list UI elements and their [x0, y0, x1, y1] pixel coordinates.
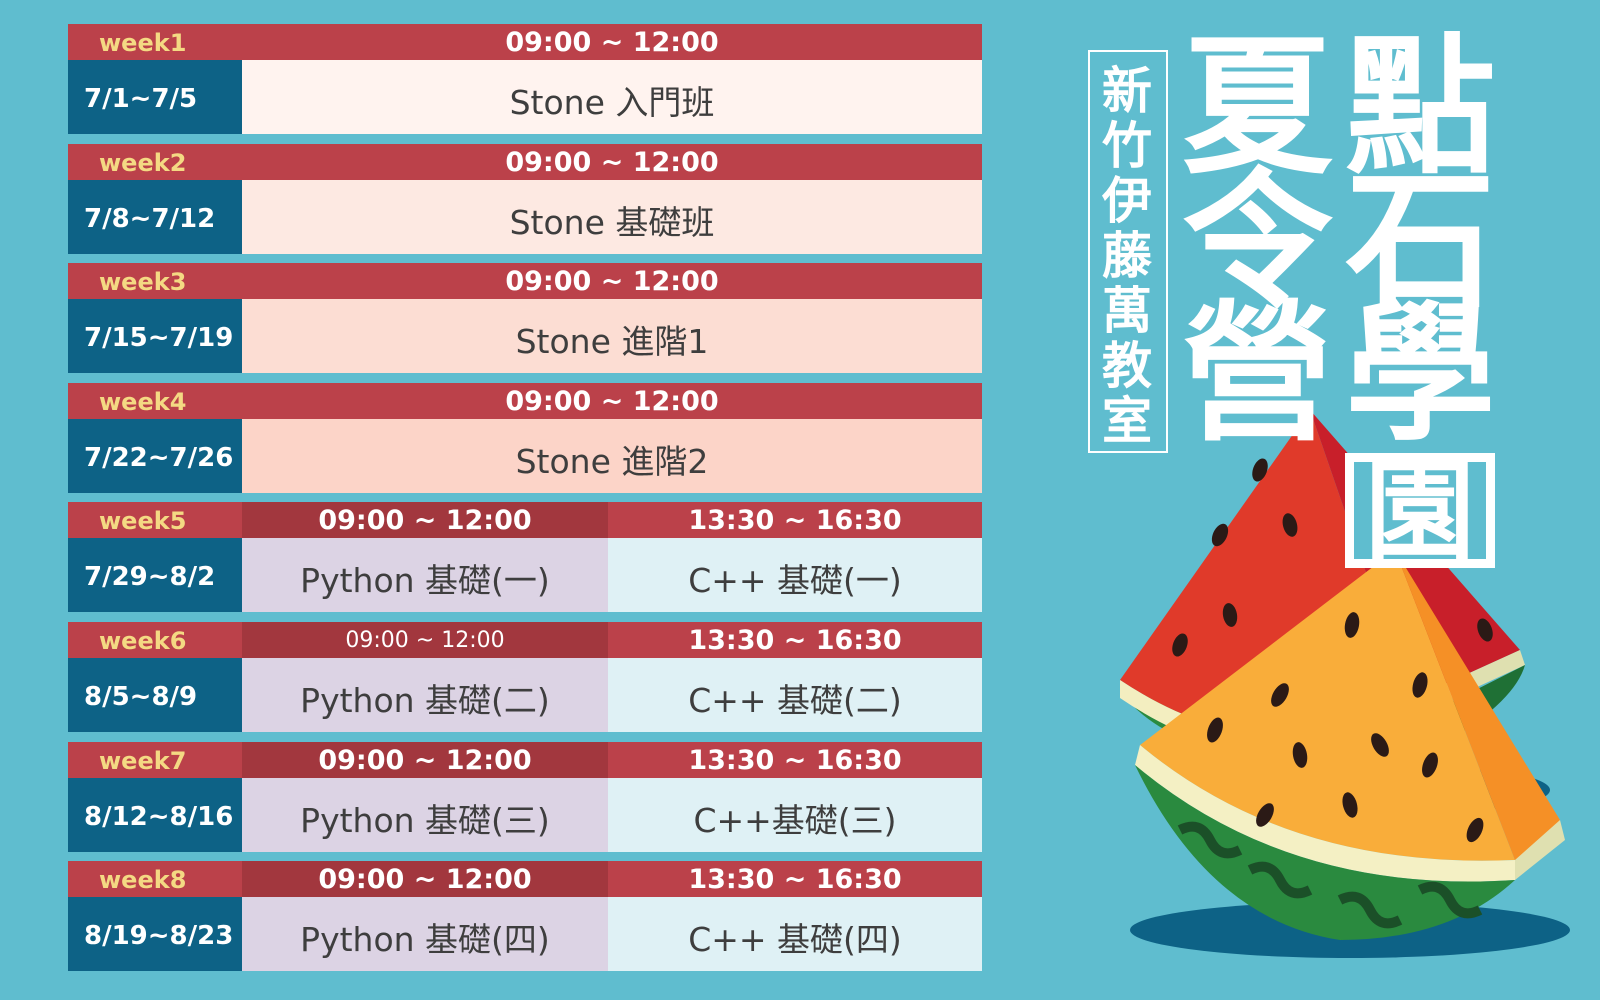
date-range: 8/12~8/16	[68, 777, 242, 852]
course-name: Stone 入門班	[242, 60, 982, 134]
time-slot-am: 09:00 ~ 12:00	[242, 741, 608, 778]
week-row: week4 09:00 ~ 12:00 7/22~7/26 Stone 進階2	[68, 382, 982, 493]
week-row: week6 09:00 ~ 12:00 13:30 ~ 16:30 8/5~8/…	[68, 621, 982, 732]
week-row: week3 09:00 ~ 12:00 7/15~7/19 Stone 進階1	[68, 263, 982, 374]
course-pm: C++ 基礎(二)	[608, 657, 982, 732]
time-slot: 09:00 ~ 12:00	[505, 27, 719, 58]
course-am: Python 基礎(三)	[242, 777, 608, 852]
course-name: Stone 進階1	[242, 299, 982, 374]
week-label: week7	[99, 746, 187, 775]
time-slot-am: 09:00 ~ 12:00	[242, 502, 608, 539]
date-range: 7/29~8/2	[68, 538, 242, 613]
course-name: Stone 基礎班	[242, 179, 982, 254]
course-pm: C++ 基礎(一)	[608, 538, 982, 613]
week-label: week6	[99, 626, 187, 655]
date-range: 8/5~8/9	[68, 657, 242, 732]
week-body: 7/15~7/19 Stone 進階1	[68, 299, 982, 374]
week-body: 8/5~8/9 Python 基礎(二) C++ 基礎(二)	[68, 657, 982, 732]
week-label: week8	[99, 866, 187, 895]
week-row: week8 09:00 ~ 12:00 13:30 ~ 16:30 8/19~8…	[68, 861, 982, 972]
week-label: week3	[99, 268, 187, 297]
week-row: week7 09:00 ~ 12:00 13:30 ~ 16:30 8/12~8…	[68, 741, 982, 852]
time-slot: 09:00 ~ 12:00	[505, 385, 719, 417]
time-slot-pm: 13:30 ~ 16:30	[688, 505, 902, 537]
date-range: 7/8~7/12	[68, 179, 242, 254]
week-header-bar: week8 09:00 ~ 12:00 13:30 ~ 16:30	[68, 861, 982, 898]
course-pm: C++ 基礎(四)	[608, 897, 982, 972]
schedule-table: week1 09:00 ~ 12:00 7/1~7/5 Stone 入門班 we…	[68, 24, 982, 981]
time-slot-pm: 13:30 ~ 16:30	[688, 744, 902, 776]
course-am: Python 基礎(一)	[242, 538, 608, 613]
week-body: 8/12~8/16 Python 基礎(三) C++基礎(三)	[68, 777, 982, 852]
week-header-bar: week6 09:00 ~ 12:00 13:30 ~ 16:30	[68, 621, 982, 658]
time-slot: 09:00 ~ 12:00	[505, 146, 719, 178]
week-body: 7/8~7/12 Stone 基礎班	[68, 179, 982, 254]
week-header-bar: week7 09:00 ~ 12:00 13:30 ~ 16:30	[68, 741, 982, 778]
week-label: week1	[99, 29, 187, 57]
time-slot: 09:00 ~ 12:00	[505, 266, 719, 298]
course-am: Python 基礎(二)	[242, 657, 608, 732]
subtitle-vertical: 新竹伊藤萬教室	[1102, 62, 1152, 450]
week-header-bar: week3 09:00 ~ 12:00	[68, 263, 982, 300]
week-header-bar: week5 09:00 ~ 12:00 13:30 ~ 16:30	[68, 502, 982, 539]
week-body: 7/29~8/2 Python 基礎(一) C++ 基礎(一)	[68, 538, 982, 613]
week-label: week5	[99, 507, 187, 536]
time-slot-pm: 13:30 ~ 16:30	[688, 624, 902, 656]
title-char: 學	[1345, 288, 1496, 462]
week-row: week2 09:00 ~ 12:00 7/8~7/12 Stone 基礎班	[68, 143, 982, 254]
course-pm: C++基礎(三)	[608, 777, 982, 852]
week-body: 7/1~7/5 Stone 入門班	[68, 60, 982, 134]
week-header-bar: week4 09:00 ~ 12:00	[68, 382, 982, 419]
week-row: week1 09:00 ~ 12:00 7/1~7/5 Stone 入門班	[68, 24, 982, 134]
course-am: Python 基礎(四)	[242, 897, 608, 972]
title-char: 營	[1182, 288, 1333, 462]
time-slot-am: 09:00 ~ 12:00	[242, 861, 608, 898]
week-header-bar: week1 09:00 ~ 12:00	[68, 24, 982, 60]
time-slot-pm: 13:30 ~ 16:30	[688, 864, 902, 896]
date-range: 7/1~7/5	[68, 60, 242, 134]
date-range: 7/15~7/19	[68, 299, 242, 374]
week-header-bar: week2 09:00 ~ 12:00	[68, 143, 982, 180]
date-range: 8/19~8/23	[68, 897, 242, 972]
date-range: 7/22~7/26	[68, 418, 242, 493]
week-body: 8/19~8/23 Python 基礎(四) C++ 基礎(四)	[68, 897, 982, 972]
week-label: week2	[99, 148, 187, 177]
course-name: Stone 進階2	[242, 418, 982, 493]
title-boxed-char-frame: 園	[1345, 453, 1495, 568]
title-boxed-char: 園	[1365, 447, 1475, 575]
week-body: 7/22~7/26 Stone 進階2	[68, 418, 982, 493]
week-label: week4	[99, 387, 187, 416]
week-row: week5 09:00 ~ 12:00 13:30 ~ 16:30 7/29~8…	[68, 502, 982, 613]
time-slot-am: 09:00 ~ 12:00	[242, 621, 608, 658]
